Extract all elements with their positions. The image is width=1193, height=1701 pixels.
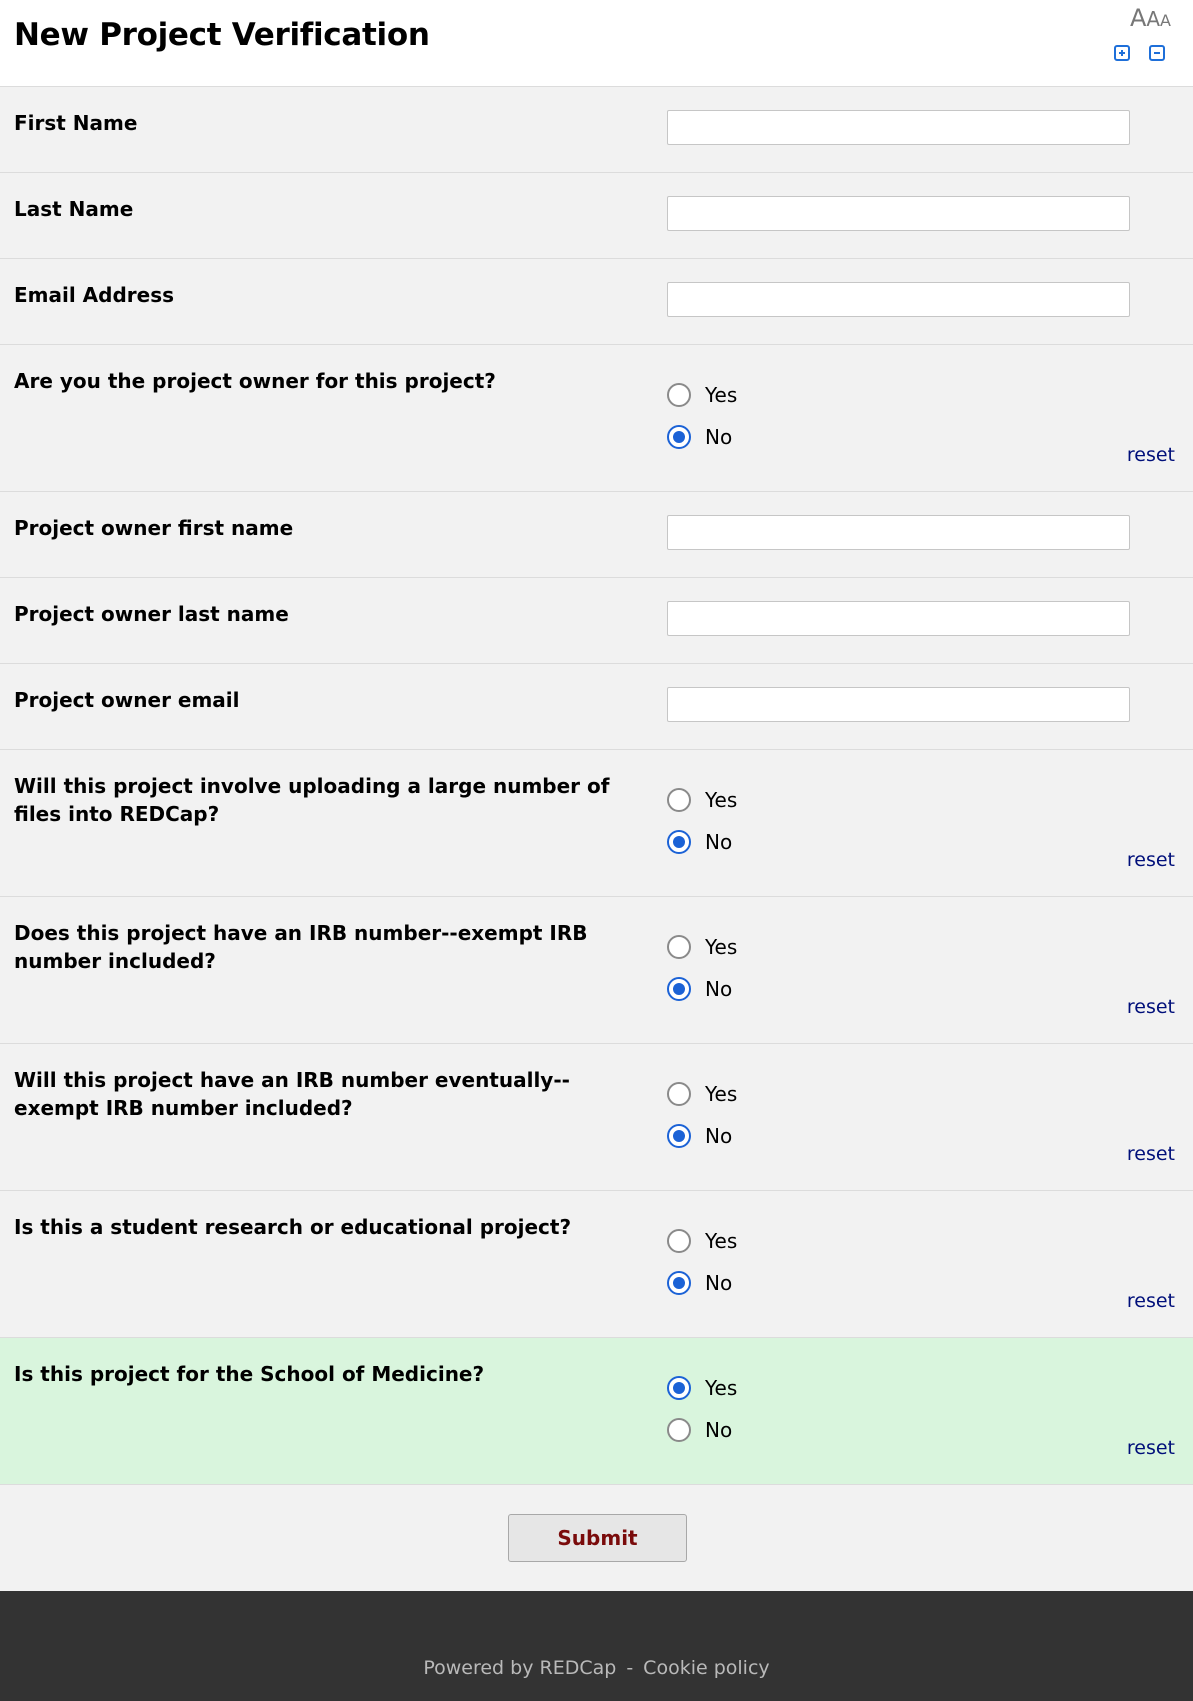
radio-button[interactable]: [667, 1376, 691, 1400]
radio-label: No: [705, 977, 733, 1001]
radio-label: No: [705, 1124, 733, 1148]
question-label: Is this project for the School of Medici…: [14, 1362, 485, 1386]
radio-label: No: [705, 425, 733, 449]
radio-label: Yes: [705, 1376, 738, 1400]
question-row-irb-eventually: Will this project have an IRB number eve…: [0, 1044, 1193, 1191]
radio-option-no[interactable]: No: [667, 821, 737, 863]
field-row-email: Email Address: [0, 259, 1193, 345]
question-row-school-of-medicine: Is this project for the School of Medici…: [0, 1338, 1193, 1485]
font-size-medium[interactable]: A: [1146, 7, 1160, 31]
field-label: Last Name: [14, 197, 134, 221]
radio-option-no[interactable]: No: [667, 416, 737, 458]
first-name-input[interactable]: [667, 110, 1130, 145]
radio-button[interactable]: [667, 977, 691, 1001]
radio-button[interactable]: [667, 425, 691, 449]
radio-label: Yes: [705, 1082, 738, 1106]
field-row-owner-last-name: Project owner last name: [0, 578, 1193, 664]
font-size-selector[interactable]: AAA: [1130, 4, 1171, 32]
font-size-small[interactable]: A: [1160, 11, 1171, 30]
radio-option-no[interactable]: No: [667, 1262, 737, 1304]
field-label: First Name: [14, 111, 138, 135]
radio-button[interactable]: [667, 830, 691, 854]
owner-last-name-input[interactable]: [667, 601, 1130, 636]
radio-option-no[interactable]: No: [667, 968, 737, 1010]
radio-label: Yes: [705, 383, 738, 407]
question-row-owner: Are you the project owner for this proje…: [0, 345, 1193, 492]
submit-area: Submit: [0, 1485, 1193, 1594]
radio-option-no[interactable]: No: [667, 1115, 737, 1157]
radio-label: Yes: [705, 788, 738, 812]
radio-option-yes[interactable]: Yes: [667, 1073, 737, 1115]
radio-option-yes[interactable]: Yes: [667, 926, 737, 968]
question-label: Will this project involve uploading a la…: [14, 774, 610, 826]
reset-link[interactable]: reset: [1127, 444, 1175, 466]
field-label: Project owner first name: [14, 516, 294, 540]
email-input[interactable]: [667, 282, 1130, 317]
radio-option-yes[interactable]: Yes: [667, 1220, 737, 1262]
radio-option-yes[interactable]: Yes: [667, 374, 737, 416]
question-label: Does this project have an IRB number--ex…: [14, 921, 588, 973]
field-row-last-name: Last Name: [0, 173, 1193, 259]
owner-email-input[interactable]: [667, 687, 1130, 722]
field-label: Project owner last name: [14, 602, 289, 626]
radio-button[interactable]: [667, 383, 691, 407]
owner-first-name-input[interactable]: [667, 515, 1130, 550]
reset-link[interactable]: reset: [1127, 849, 1175, 871]
radio-button[interactable]: [667, 1229, 691, 1253]
radio-label: No: [705, 1271, 733, 1295]
radio-button[interactable]: [667, 1082, 691, 1106]
question-label: Will this project have an IRB number eve…: [14, 1068, 570, 1120]
font-size-large[interactable]: A: [1130, 4, 1146, 32]
radio-button[interactable]: [667, 935, 691, 959]
radio-label: No: [705, 830, 733, 854]
radio-option-yes[interactable]: Yes: [667, 1367, 737, 1409]
question-row-upload: Will this project involve uploading a la…: [0, 750, 1193, 897]
footer-separator: -: [626, 1657, 634, 1679]
radio-button[interactable]: [667, 1271, 691, 1295]
radio-label: No: [705, 1418, 733, 1442]
page-header: New Project Verification AAA: [0, 0, 1193, 87]
field-label: Project owner email: [14, 688, 240, 712]
cookie-policy-link[interactable]: Cookie policy: [643, 1657, 769, 1679]
powered-by-link[interactable]: Powered by REDCap: [423, 1657, 616, 1679]
question-label: Is this a student research or educationa…: [14, 1215, 572, 1239]
page-title: New Project Verification: [14, 17, 430, 53]
question-row-student: Is this a student research or educationa…: [0, 1191, 1193, 1338]
minus-square-icon[interactable]: [1149, 45, 1165, 61]
submit-button[interactable]: Submit: [508, 1514, 687, 1562]
plus-square-icon[interactable]: [1114, 45, 1130, 61]
radio-button[interactable]: [667, 1124, 691, 1148]
reset-link[interactable]: reset: [1127, 1290, 1175, 1312]
field-row-owner-email: Project owner email: [0, 664, 1193, 750]
page-footer: Powered by REDCap - Cookie policy: [0, 1591, 1193, 1701]
radio-label: Yes: [705, 1229, 738, 1253]
radio-label: Yes: [705, 935, 738, 959]
radio-button[interactable]: [667, 788, 691, 812]
reset-link[interactable]: reset: [1127, 1143, 1175, 1165]
radio-option-no[interactable]: No: [667, 1409, 737, 1451]
radio-option-yes[interactable]: Yes: [667, 779, 737, 821]
field-row-first-name: First Name: [0, 87, 1193, 173]
field-row-owner-first-name: Project owner first name: [0, 492, 1193, 578]
field-label: Email Address: [14, 283, 175, 307]
radio-button[interactable]: [667, 1418, 691, 1442]
question-row-irb: Does this project have an IRB number--ex…: [0, 897, 1193, 1044]
question-label: Are you the project owner for this proje…: [14, 369, 496, 393]
last-name-input[interactable]: [667, 196, 1130, 231]
reset-link[interactable]: reset: [1127, 996, 1175, 1018]
reset-link[interactable]: reset: [1127, 1437, 1175, 1459]
